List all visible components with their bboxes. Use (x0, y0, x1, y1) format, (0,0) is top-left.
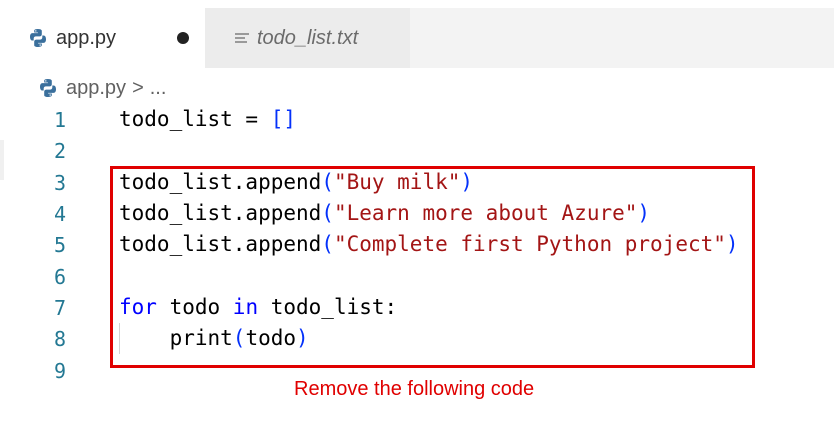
tab-label: todo_list.txt (257, 26, 359, 49)
breadcrumb-file[interactable]: app.py (66, 77, 126, 100)
line-number: 8 (53, 327, 67, 351)
tab-todo-list-txt[interactable]: todo_list.txt (205, 8, 410, 68)
line-number: 5 (53, 233, 67, 257)
breadcrumb-more[interactable]: ... (150, 77, 167, 100)
line-number: 2 (53, 139, 67, 163)
code-line: 1 todo_list = [] (0, 104, 834, 135)
editor-tab-bar: app.py todo_list.txt (0, 8, 834, 68)
python-icon (40, 79, 56, 97)
text-file-icon (235, 31, 249, 45)
unsaved-indicator-icon[interactable] (177, 32, 189, 44)
bottom-edge (0, 398, 834, 421)
annotation-highlight-box (110, 166, 755, 368)
line-number: 4 (53, 202, 67, 226)
code-text: todo_list = [] (119, 107, 297, 131)
line-number: 9 (53, 359, 67, 383)
line-number: 1 (53, 108, 67, 132)
line-number: 3 (53, 171, 67, 195)
breadcrumb: app.py > ... (38, 74, 166, 102)
window-top-strip (0, 0, 834, 8)
line-number: 6 (53, 265, 67, 289)
line-number: 7 (53, 296, 67, 320)
code-line: 2 (0, 135, 834, 166)
tab-label: app.py (56, 26, 117, 49)
python-icon (30, 29, 46, 47)
tab-app-py[interactable]: app.py (0, 8, 205, 68)
annotation-note: Remove the following code (294, 378, 535, 400)
breadcrumb-separator: > (132, 76, 144, 99)
